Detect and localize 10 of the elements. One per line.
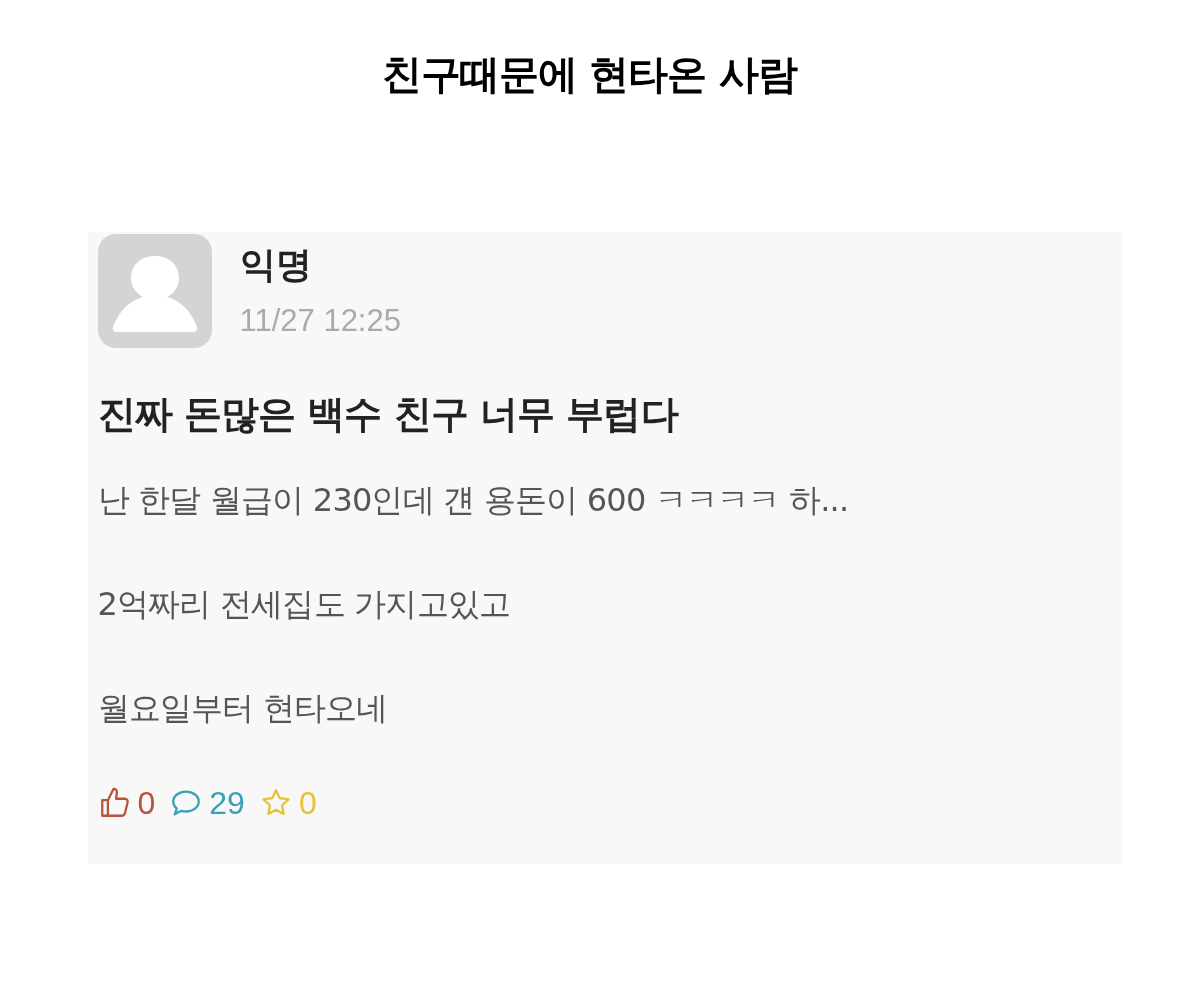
stat-count: 0: [137, 784, 156, 823]
post-text: 2억짜리 전세집도 가지고있고: [97, 584, 512, 625]
stat-count: 29: [209, 784, 245, 823]
post-time: 11/27 12:25: [239, 301, 401, 340]
author-name: 익명: [239, 242, 313, 287]
page-heading: 친구때문에 현타온 사람: [381, 50, 798, 99]
post-text: 월요일부터 현타오네: [97, 688, 389, 729]
post-text: 난 한달 월급이 230인데 걘 용돈이 600 ㅋㅋㅋㅋ 하...: [97, 480, 850, 521]
post-title: 진짜 돈많은 백수 친구 너무 부럽다: [97, 391, 680, 438]
stat-count: 0: [298, 784, 317, 823]
